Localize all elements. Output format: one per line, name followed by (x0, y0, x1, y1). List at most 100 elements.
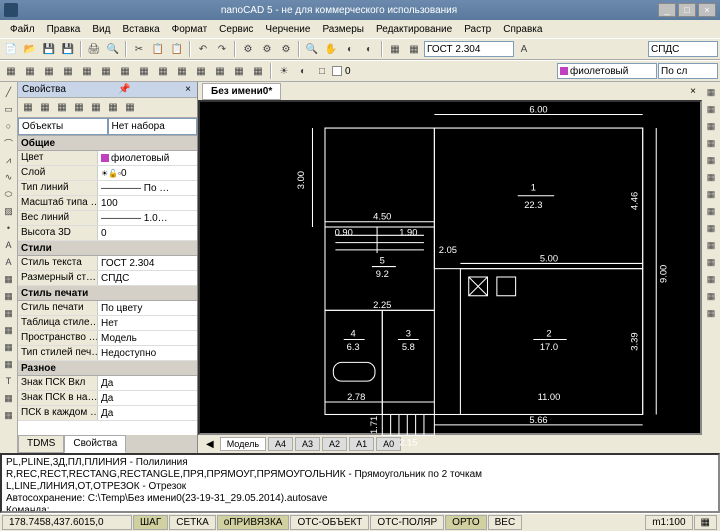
tool-icon[interactable]: ◐ (294, 62, 312, 80)
tool-icon[interactable]: ▦ (192, 62, 210, 80)
tool-icon[interactable]: ▦ (1, 322, 17, 338)
polyline-icon[interactable]: ⩘ (1, 152, 17, 168)
status-toggle[interactable]: ШАГ (133, 515, 168, 530)
tool-icon[interactable]: ▦ (703, 271, 719, 287)
dimstyle-combo[interactable]: СПДС (648, 41, 718, 57)
property-value[interactable]: 0 (98, 226, 197, 240)
tool-icon[interactable]: ▦ (154, 62, 172, 80)
layer-combo[interactable]: фиолетовый (557, 63, 657, 79)
saveall-icon[interactable]: 💾 (59, 40, 77, 58)
status-toggle[interactable]: ОРТО (445, 515, 486, 530)
property-value[interactable]: Да (98, 376, 197, 390)
tab-close-icon[interactable]: × (688, 84, 698, 99)
tool-icon[interactable]: ▦ (703, 203, 719, 219)
tool-icon[interactable]: ▦ (78, 62, 96, 80)
print-icon[interactable]: 🖨 (85, 40, 103, 58)
tool-icon[interactable]: ◐ (360, 40, 378, 58)
tool-icon[interactable]: ▦ (703, 254, 719, 270)
command-line[interactable]: PL,PLINE,3Д,ПЛ,ПЛИНИЯ - ПолилинияR,REC,R… (0, 453, 720, 513)
prop-tool-icon[interactable]: ▦ (20, 100, 36, 116)
property-value[interactable]: ГОСТ 2.304 (98, 256, 197, 270)
property-row[interactable]: Тип стилей печ…Недоступно (18, 346, 197, 361)
tool-icon[interactable]: ▦ (703, 305, 719, 321)
tool-icon[interactable]: ▦ (703, 220, 719, 236)
tool-icon[interactable]: ▦ (703, 84, 719, 100)
paste-icon[interactable]: 📋 (168, 40, 186, 58)
tool-icon[interactable]: ▦ (703, 118, 719, 134)
minimize-button[interactable]: _ (658, 3, 676, 17)
property-row[interactable]: Размерный ст…СПДС (18, 271, 197, 286)
tool-icon[interactable]: T (1, 373, 17, 389)
maximize-button[interactable]: □ (678, 3, 696, 17)
tool-icon[interactable]: ▦ (135, 62, 153, 80)
tool-icon[interactable]: ▦ (40, 62, 58, 80)
tool-icon[interactable]: ▦ (97, 62, 115, 80)
status-toggle[interactable]: ВЕС (488, 515, 523, 530)
tool-icon[interactable]: ◐ (341, 40, 359, 58)
prop-tool-icon[interactable]: ▦ (105, 100, 121, 116)
spline-icon[interactable]: ∿ (1, 169, 17, 185)
tool-icon[interactable]: ▦ (2, 62, 20, 80)
tool-icon[interactable]: ▦ (1, 390, 17, 406)
tool-icon[interactable]: ▦ (703, 288, 719, 304)
prop-tool-icon[interactable]: ▦ (122, 100, 138, 116)
circle-icon[interactable]: ○ (1, 118, 17, 134)
tool-icon[interactable]: ▦ (59, 62, 77, 80)
status-toggle[interactable]: оПРИВЯЗКА (217, 515, 290, 530)
color-swatch[interactable] (332, 66, 342, 76)
status-toggle[interactable]: ОТС-ПОЛЯР (370, 515, 444, 530)
menu-item[interactable]: Черчение (259, 22, 316, 37)
tool-icon[interactable]: A (515, 40, 533, 58)
menu-item[interactable]: Правка (41, 22, 87, 37)
tool-icon[interactable]: ▦ (116, 62, 134, 80)
menu-item[interactable]: Справка (497, 22, 548, 37)
property-row[interactable]: Таблица стиле…Нет (18, 316, 197, 331)
status-toggle[interactable]: ОТС-ОБЪЕКТ (290, 515, 369, 530)
linetype-combo[interactable]: По сл (658, 63, 718, 79)
property-row[interactable]: Вес линий———— 1.0… (18, 211, 197, 226)
tool-icon[interactable]: ▦ (386, 40, 404, 58)
property-row[interactable]: Знак ПСК в на…Да (18, 391, 197, 406)
status-toggle[interactable]: СЕТКА (169, 515, 216, 530)
tool-icon[interactable]: ▦ (703, 152, 719, 168)
redo-icon[interactable]: ↷ (213, 40, 231, 58)
tool-icon[interactable]: ▦ (405, 40, 423, 58)
property-category[interactable]: Общие (18, 136, 197, 151)
prop-tool-icon[interactable]: ▦ (88, 100, 104, 116)
menu-item[interactable]: Размеры (316, 22, 370, 37)
menu-item[interactable]: Файл (4, 22, 41, 37)
property-value[interactable]: 100 (98, 196, 197, 210)
text-icon[interactable]: A (1, 237, 17, 253)
document-tab[interactable]: Без имени0* (202, 83, 281, 100)
undo-icon[interactable]: ↶ (194, 40, 212, 58)
prop-tool-icon[interactable]: ▦ (71, 100, 87, 116)
scale-display[interactable]: m1:100 (645, 515, 692, 530)
property-row[interactable]: ПСК в каждом …Да (18, 406, 197, 421)
property-value[interactable]: ☀🔓▫0 (98, 166, 197, 180)
tool-icon[interactable]: ▦ (1, 271, 17, 287)
selection-value[interactable]: Нет набора (108, 118, 198, 135)
cut-icon[interactable]: ✂ (130, 40, 148, 58)
property-row[interactable]: Масштаб типа …100 (18, 196, 197, 211)
command-prompt[interactable]: Команда: (6, 505, 714, 513)
property-row[interactable]: Стиль печатиПо цвету (18, 301, 197, 316)
menu-item[interactable]: Сервис (213, 22, 259, 37)
property-category[interactable]: Разное (18, 361, 197, 376)
tool-icon[interactable]: ▦ (249, 62, 267, 80)
tool-icon[interactable]: ▦ (703, 135, 719, 151)
property-value[interactable]: СПДС (98, 271, 197, 285)
line-icon[interactable]: ╱ (1, 84, 17, 100)
ellipse-icon[interactable]: ⬭ (1, 186, 17, 202)
panel-pin-icon[interactable]: 📌 (116, 84, 132, 95)
pan-icon[interactable]: ✋ (322, 40, 340, 58)
tool-icon[interactable]: ▦ (173, 62, 191, 80)
property-value[interactable]: Да (98, 406, 197, 420)
menu-item[interactable]: Вид (86, 22, 116, 37)
preview-icon[interactable]: 🔍 (104, 40, 122, 58)
tool-icon[interactable]: ▦ (703, 237, 719, 253)
tool-icon[interactable]: ⚙ (258, 40, 276, 58)
sun-icon[interactable]: ☀ (275, 62, 293, 80)
property-row[interactable]: Стиль текстаГОСТ 2.304 (18, 256, 197, 271)
menu-item[interactable]: Вставка (116, 22, 165, 37)
tool-icon[interactable]: □ (313, 62, 331, 80)
